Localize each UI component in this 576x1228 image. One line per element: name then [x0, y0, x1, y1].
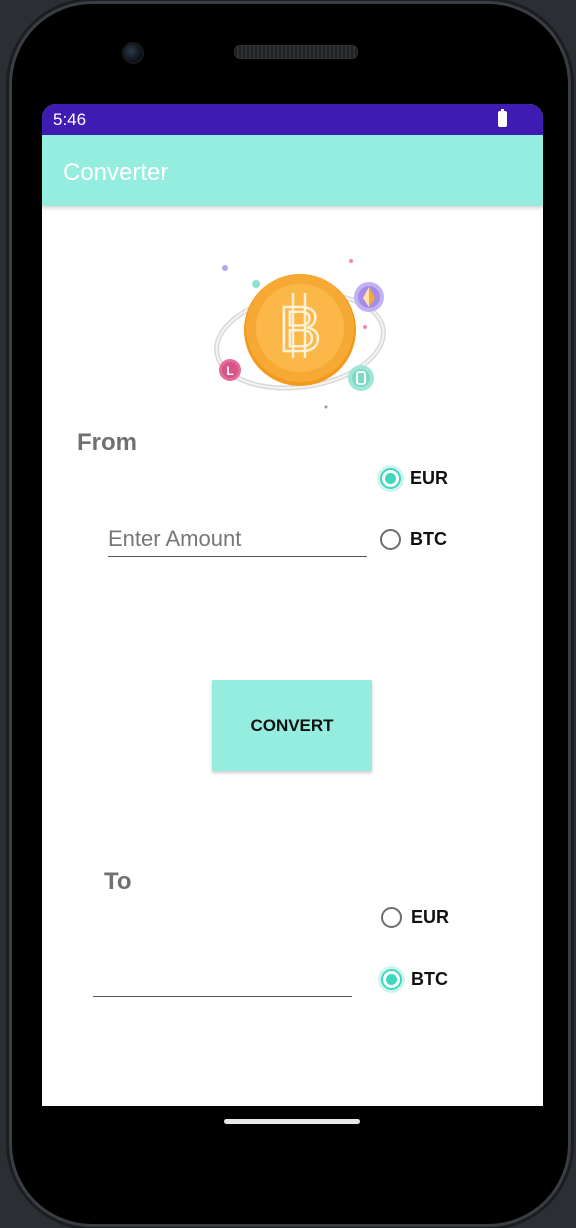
radio-unchecked-icon — [380, 529, 401, 550]
to-radio-eur-label: EUR — [411, 907, 450, 927]
from-radio-eur[interactable]: EUR — [380, 468, 448, 489]
from-radio-btc-label: BTC — [410, 529, 447, 549]
svg-text:L: L — [226, 364, 233, 378]
app-bar: Converter — [42, 135, 543, 206]
to-radio-eur[interactable]: EUR — [381, 907, 449, 928]
to-label: To — [104, 868, 132, 895]
radio-checked-icon — [381, 969, 402, 990]
crypto-illustration: B L — [214, 259, 386, 409]
battery-icon — [498, 109, 507, 127]
from-label: From — [77, 429, 137, 456]
to-radio-btc[interactable]: BTC — [381, 969, 448, 990]
to-radio-btc-label: BTC — [411, 969, 448, 989]
result-field[interactable] — [93, 966, 352, 997]
home-gesture-bar[interactable] — [224, 1119, 360, 1124]
front-camera — [122, 42, 144, 64]
earpiece-speaker — [234, 45, 358, 59]
litecoin-coin-icon: L — [219, 359, 241, 381]
bitcoin-coin-icon: B — [244, 274, 356, 386]
crypto-coin-icon — [348, 365, 374, 391]
from-radio-btc[interactable]: BTC — [380, 529, 447, 550]
app-screen: 5:46 Converter B L From EUR BTC Enter Am… — [42, 104, 543, 1106]
radio-unchecked-icon — [381, 907, 402, 928]
radio-checked-icon — [380, 468, 401, 489]
status-bar: 5:46 — [42, 104, 543, 135]
app-title: Converter — [63, 159, 169, 186]
status-time: 5:46 — [53, 110, 87, 129]
from-radio-eur-label: EUR — [410, 468, 449, 488]
amount-input[interactable] — [108, 526, 367, 557]
svg-text:B: B — [279, 293, 322, 365]
ethereum-coin-icon — [354, 282, 384, 312]
convert-button[interactable]: CONVERT — [212, 680, 372, 771]
phone-frame: 5:46 Converter B L From EUR BTC Enter Am… — [12, 4, 568, 1224]
